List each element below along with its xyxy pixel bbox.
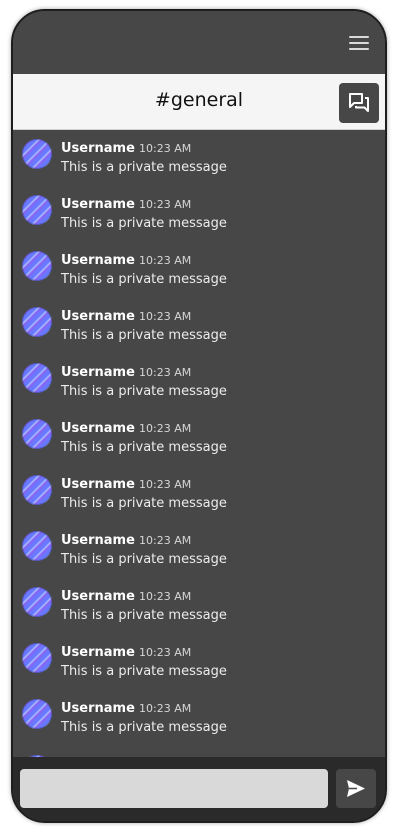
send-icon [347,780,365,797]
message-username[interactable]: Username [61,589,135,604]
message-text: This is a private message [61,216,227,231]
message-username[interactable]: Username [61,645,135,660]
message-username[interactable]: Username [61,309,135,324]
message-timestamp: 10:23 AM [139,310,192,323]
message-timestamp: 10:23 AM [139,198,192,211]
message-text: This is a private message [61,384,227,399]
message-username[interactable]: Username [61,701,135,716]
avatar[interactable] [22,643,52,673]
message-item[interactable]: Username 10:23 AM This is a private messag… [13,189,385,245]
message-item[interactable]: Username 10:23 AM This is a private messag… [13,357,385,413]
message-text: This is a private message [61,608,227,623]
message-text: This is a private message [61,496,227,511]
message-username[interactable]: Username [61,533,135,548]
avatar[interactable] [22,195,52,225]
message-username[interactable]: Username [61,421,135,436]
message-list[interactable]: Username 10:23 AM This is a private messag… [13,130,385,757]
message-username[interactable]: Username [61,253,135,268]
message-item[interactable]: Username 10:23 AM This is a private messag… [13,637,385,693]
message-item[interactable]: Username 10:23 AM This is a private messag… [13,469,385,525]
message-item[interactable]: Username 10:23 AM This is a private messag… [13,581,385,637]
message-username[interactable]: Username [61,141,135,156]
message-text: This is a private message [61,160,227,175]
top-bar [13,11,385,74]
message-timestamp: 10:23 AM [139,590,192,603]
threads-button[interactable] [339,83,379,123]
message-item[interactable]: Username 10:23 AM This is a private messag… [13,525,385,581]
message-timestamp: 10:23 AM [139,422,192,435]
message-timestamp: 10:23 AM [139,254,192,267]
hamburger-menu-icon[interactable] [349,36,369,50]
message-item[interactable]: Username 10:23 AM This is a private messag… [13,413,385,469]
message-timestamp: 10:23 AM [139,534,192,547]
message-text: This is a private message [61,272,227,287]
avatar[interactable] [22,139,52,169]
message-text: This is a private message [61,664,227,679]
send-button[interactable] [336,769,376,808]
message-username[interactable]: Username [61,477,135,492]
message-item[interactable]: Username 10:23 AM This is a private messag… [13,245,385,301]
message-timestamp: 10:23 AM [139,702,192,715]
message-text: This is a private message [61,440,227,455]
message-timestamp: 10:23 AM [139,142,192,155]
message-timestamp: 10:23 AM [139,646,192,659]
channel-header: #general [13,74,385,130]
chat-bubbles-icon [349,93,369,112]
message-text: This is a private message [61,552,227,567]
message-item[interactable]: Username 10:23 AM This is a private messag… [13,301,385,357]
avatar[interactable] [22,587,52,617]
avatar[interactable] [22,307,52,337]
avatar[interactable] [22,475,52,505]
avatar[interactable] [22,699,52,729]
message-username[interactable]: Username [61,365,135,380]
message-username[interactable]: Username [61,197,135,212]
phone-frame: #general Username 10:23 AM This is a priva… [11,9,387,823]
avatar[interactable] [22,531,52,561]
message-item[interactable]: Username 10:23 AM This is a private messag… [13,133,385,189]
message-item[interactable]: Username 10:23 AM This is a private messag… [13,693,385,749]
message-item[interactable]: Username10:23 AMThis is a private messag… [13,749,385,757]
message-timestamp: 10:23 AM [139,478,192,491]
message-text: This is a private message [61,328,227,343]
channel-title: #general [154,89,244,111]
message-composer [13,757,385,821]
message-text: This is a private message [61,720,227,735]
message-timestamp: 10:23 AM [139,366,192,379]
avatar[interactable] [22,251,52,281]
avatar[interactable] [22,363,52,393]
message-input[interactable] [20,769,328,808]
avatar[interactable] [22,419,52,449]
